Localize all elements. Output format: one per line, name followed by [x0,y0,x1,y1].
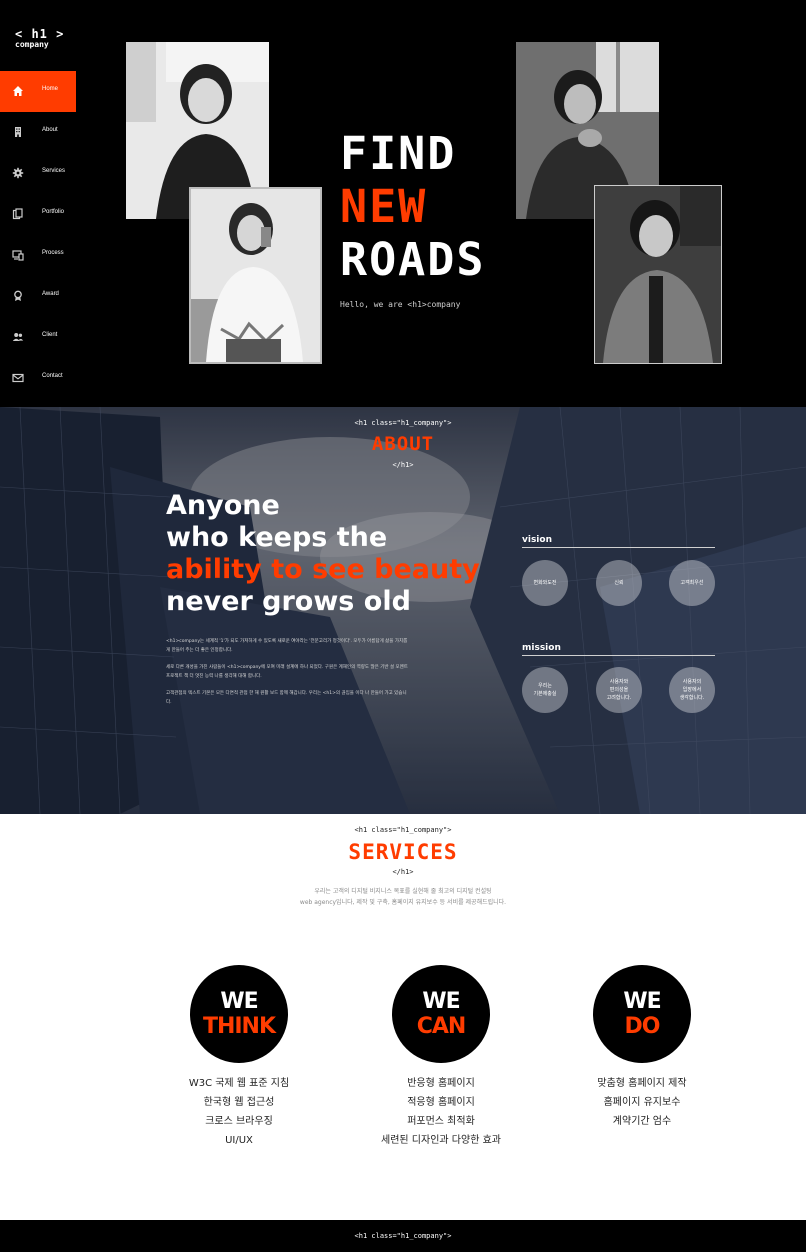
nav-item-contact[interactable]: Contact [0,358,76,399]
mission-divider [522,655,715,656]
mission-title: mission [522,643,561,653]
footer-code-open: <h1 class="h1_company"> [354,1232,452,1240]
list-item: 크로스 브라우징 [205,1116,273,1127]
services-title: SERVICES [348,840,458,864]
we-can-badge: WE CAN [392,965,490,1063]
nav-item-about[interactable]: About [0,112,76,153]
building-icon [15,127,21,137]
about-description: <h1>company는 세계적 '1'가 되도 가져하게 수 있도록 새로운 … [166,639,408,705]
list-item: UI/UX [225,1135,253,1146]
list-item: 반응형 홈페이지 [407,1078,475,1089]
hero-section: < h1 > company Home About Services Portf… [0,0,806,407]
vision-item: 고객최우선 [669,560,715,606]
nav-item-client[interactable]: Client [0,317,76,358]
hero-title: FIND NEW ROADS [340,127,486,286]
list-item: 적응형 홈페이지 [407,1097,475,1108]
nav-item-process[interactable]: Process [0,235,76,276]
about-section: <h1 class="h1_company"> ABOUT </h1> Anyo… [0,407,806,814]
envelope-icon [12,373,24,383]
about-code-close: </h1> [392,461,414,469]
list-item: 한국형 웹 접근성 [203,1097,275,1108]
about-code-open: <h1 class="h1_company"> [354,419,452,427]
think-service-list: W3C 국제 웹 표준 지침 한국형 웹 접근성 크로스 브라우징 UI/UX [139,1074,339,1150]
nav-item-portfolio[interactable]: Portfolio [0,194,76,235]
services-description: 우리는 고객의 디지털 비지니스 목표를 실현해 줄 최고의 디지털 컨설팅 w… [299,888,507,906]
users-icon [12,333,24,341]
can-service-list: 반응형 홈페이지 적응형 홈페이지 퍼포먼스 최적화 세련된 디자인과 다양한 … [341,1074,541,1150]
team-photo-2 [189,187,322,364]
home-icon [13,86,23,96]
gear-icon [12,167,24,179]
award-icon [14,290,22,301]
services-section: <h1 class="h1_company"> SERVICES </h1> 우… [0,814,806,1220]
mission-item: 사용자와 편의성을 고려합니다. [596,667,642,713]
about-title: ABOUT [371,433,435,455]
nav-item-award[interactable]: Award [0,276,76,317]
services-code-open: <h1 class="h1_company"> [354,826,452,834]
vision-divider [522,547,715,548]
list-item: 퍼포먼스 최적화 [407,1116,475,1127]
services-code-close: </h1> [392,868,414,876]
nav-item-services[interactable]: Services [0,153,76,194]
list-item: 계약기간 엄수 [612,1116,672,1127]
list-item: 세련된 디자인과 다양한 효과 [381,1135,501,1146]
about-headline: Anyone who keeps the ability to see beau… [166,490,480,617]
footer: <h1 class="h1_company"> [0,1220,806,1252]
list-item: 맞춤형 홈페이지 제작 [597,1078,687,1089]
vision-item: 신뢰 [596,560,642,606]
team-photo-4 [594,185,722,364]
nav-item-home[interactable]: Home [0,71,76,112]
hero-subtitle: Hello, we are <h1>company [340,300,461,309]
vision-title: vision [522,535,552,545]
list-item: 홈페이지 유지보수 [603,1097,681,1108]
do-service-list: 맞춤형 홈페이지 제작 홈페이지 유지보수 계약기간 엄수 [542,1074,742,1131]
logo[interactable]: < h1 > company [15,28,64,49]
we-think-badge: WE THINK [190,965,288,1063]
copy-icon [12,208,23,220]
sidebar-nav: Home About Services Portfolio Process Aw… [0,71,76,399]
sidebar: < h1 > company Home About Services Portf… [0,0,76,407]
we-do-badge: WE DO [593,965,691,1063]
vision-item: 변화와도전 [522,560,568,606]
mission-item: 사용자의 입장에서 생각합니다. [669,667,715,713]
list-item: W3C 국제 웹 표준 지침 [188,1078,290,1089]
devices-icon [12,250,24,261]
mission-item: 우리는 기본에충실 [522,667,568,713]
